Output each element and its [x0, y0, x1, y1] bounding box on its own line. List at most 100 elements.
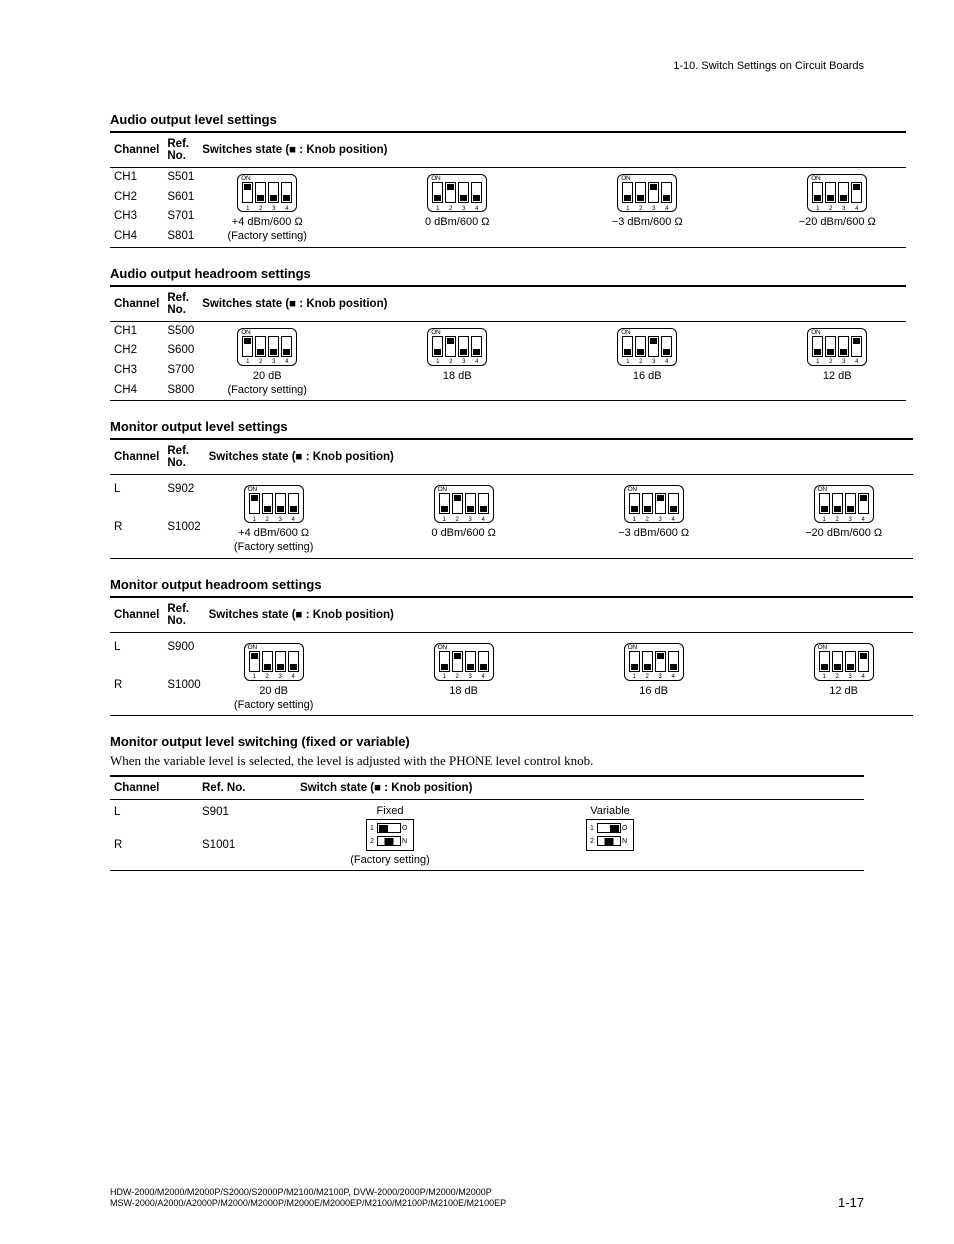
switch-caption: Variable — [590, 804, 630, 818]
cell-channel: R — [110, 518, 163, 558]
switch-option: Fixed1O2N(Factory setting) — [330, 804, 450, 867]
th-channel: Channel — [110, 776, 198, 800]
section-title: Monitor output level switching (fixed or… — [110, 734, 864, 749]
cell-channel: R — [110, 827, 198, 871]
switch-option: ON123412 dB — [772, 328, 902, 398]
factory-setting-label: (Factory setting) — [234, 698, 313, 712]
switch-caption: 18 dB — [449, 684, 478, 698]
switch-caption: 12 dB — [823, 369, 852, 383]
cell-ref: S900 — [163, 632, 204, 675]
cell-channel: CH1 — [110, 321, 163, 341]
cell-ref: S701 — [163, 207, 198, 227]
dip-switch-icon: ON1234 — [244, 485, 304, 523]
cell-channel: CH1 — [110, 168, 163, 188]
cell-ref: S1000 — [163, 676, 204, 716]
switch-options-row: ON1234 +4 dBm/600 Ω(Factory setting) ON123… — [209, 485, 909, 555]
th-refno: Ref. No. — [163, 286, 198, 322]
switch-options-row: Fixed1O2N(Factory setting)Variable1O2N — [300, 804, 860, 867]
cell-ref: S600 — [163, 341, 198, 361]
switch-option: ON1234 20 dB(Factory setting) — [209, 643, 339, 713]
th-refno: Ref. No. — [163, 597, 204, 633]
audio-output-headroom-table: Channel Ref. No. Switches state (■ : Kno… — [110, 285, 906, 402]
th-switch: Switch state (■ : Knob position) — [296, 776, 864, 800]
dip-switch-icon: ON1234 — [434, 643, 494, 681]
switch-caption: −3 dBm/600 Ω — [612, 215, 683, 229]
switch-option: ON1234 12 dB — [779, 643, 909, 713]
switch-option: ON123420 dB(Factory setting) — [202, 328, 332, 398]
th-refno: Ref. No. — [198, 776, 296, 800]
th-channel: Channel — [110, 597, 163, 633]
th-switches: Switches state (■ : Knob position) — [198, 132, 906, 168]
cell-channel: L — [110, 800, 198, 827]
switch-caption: 0 dBm/600 Ω — [425, 215, 489, 229]
switch-caption: 20 dB — [253, 369, 282, 383]
page-number: 1-17 — [838, 1195, 864, 1210]
switch-caption: Fixed — [377, 804, 404, 818]
cell-channel: CH4 — [110, 381, 163, 401]
switch-option: ON1234 18 dB — [392, 328, 522, 398]
switch-option: ON123416 dB — [589, 643, 719, 713]
section-title: Monitor output level settings — [110, 419, 864, 434]
switch-caption: −20 dBm/600 Ω — [805, 526, 882, 540]
switch-caption: +4 dBm/600 Ω — [232, 215, 303, 229]
cell-ref: S700 — [163, 361, 198, 381]
th-refno: Ref. No. — [163, 439, 204, 475]
dip-switch-icon: ON1234 — [237, 174, 297, 212]
factory-setting-label: (Factory setting) — [234, 540, 313, 554]
dip-switch-icon: ON1234 — [237, 328, 297, 366]
monitor-output-switching-table: Channel Ref. No. Switch state (■ : Knob … — [110, 775, 864, 871]
cell-ref: S1001 — [198, 827, 296, 871]
cell-ref: S500 — [163, 321, 198, 341]
cell-ref: S601 — [163, 188, 198, 208]
dip-switch-icon: ON1234 — [434, 485, 494, 523]
cell-ref: S901 — [198, 800, 296, 827]
switch-caption: 20 dB — [259, 684, 288, 698]
footer-models-2: MSW-2000/A2000/A2000P/M2000/M2000P/M2000… — [110, 1198, 506, 1210]
switch-caption: 12 dB — [829, 684, 858, 698]
factory-setting-label: (Factory setting) — [350, 853, 429, 867]
section-title: Monitor output headroom settings — [110, 577, 864, 592]
switch-options-row: ON123420 dB(Factory setting)ON123418 dBO… — [209, 643, 909, 713]
cell-channel: L — [110, 475, 163, 518]
switch-option: ON12340 dBm/600 Ω — [392, 174, 522, 244]
cell-channel: CH4 — [110, 227, 163, 247]
cell-channel: CH3 — [110, 361, 163, 381]
dip-switch-icon: ON1234 — [617, 328, 677, 366]
dip-switch-icon: ON1234 — [617, 174, 677, 212]
switch-option: ON1234 18 dB — [399, 643, 529, 713]
switch-caption: 0 dBm/600 Ω — [431, 526, 495, 540]
switch-options-row: ON123420 dB(Factory setting)ON123418 dBO… — [202, 328, 902, 398]
dip-switch-icon: ON1234 — [244, 643, 304, 681]
dip-switch-icon: ON1234 — [624, 485, 684, 523]
switch-caption: −20 dBm/600 Ω — [799, 215, 876, 229]
th-channel: Channel — [110, 132, 163, 168]
switch-option: ON1234+4 dBm/600 Ω(Factory setting) — [202, 174, 332, 244]
switch-option: ON1234 −3 dBm/600 Ω — [589, 485, 719, 555]
cell-channel: CH3 — [110, 207, 163, 227]
page-footer: HDW-2000/M2000/M2000P/S2000/S2000P/M2100… — [110, 1187, 864, 1210]
monitor-output-level-table: Channel Ref. No. Switches state (■ : Kno… — [110, 438, 913, 559]
th-switches: Switches state (■ : Knob position) — [205, 597, 913, 633]
switch-option: ON1234−20 dBm/600 Ω — [779, 485, 909, 555]
dip-switch-icon: ON1234 — [427, 328, 487, 366]
section-title: Audio output level settings — [110, 112, 864, 127]
switch-caption: +4 dBm/600 Ω — [238, 526, 309, 540]
switch-options-row: ON1234+4 dBm/600 Ω(Factory setting)ON123… — [202, 174, 902, 244]
th-refno: Ref. No. — [163, 132, 198, 168]
section-title: Audio output headroom settings — [110, 266, 864, 281]
th-switches: Switches state (■ : Knob position) — [198, 286, 906, 322]
section-note: When the variable level is selected, the… — [110, 753, 864, 769]
switch-caption: −3 dBm/600 Ω — [618, 526, 689, 540]
cell-ref: S501 — [163, 168, 198, 188]
dip-switch-icon: ON1234 — [814, 643, 874, 681]
switch-caption: 18 dB — [443, 369, 472, 383]
cell-ref: S1002 — [163, 518, 204, 558]
cell-ref: S902 — [163, 475, 204, 518]
dip-switch-icon: ON1234 — [807, 174, 867, 212]
th-switches: Switches state (■ : Knob position) — [205, 439, 913, 475]
cell-channel: R — [110, 676, 163, 716]
page-header: 1-10. Switch Settings on Circuit Boards — [110, 60, 864, 72]
footer-models-1: HDW-2000/M2000/M2000P/S2000/S2000P/M2100… — [110, 1187, 506, 1199]
th-channel: Channel — [110, 286, 163, 322]
cell-channel: L — [110, 632, 163, 675]
